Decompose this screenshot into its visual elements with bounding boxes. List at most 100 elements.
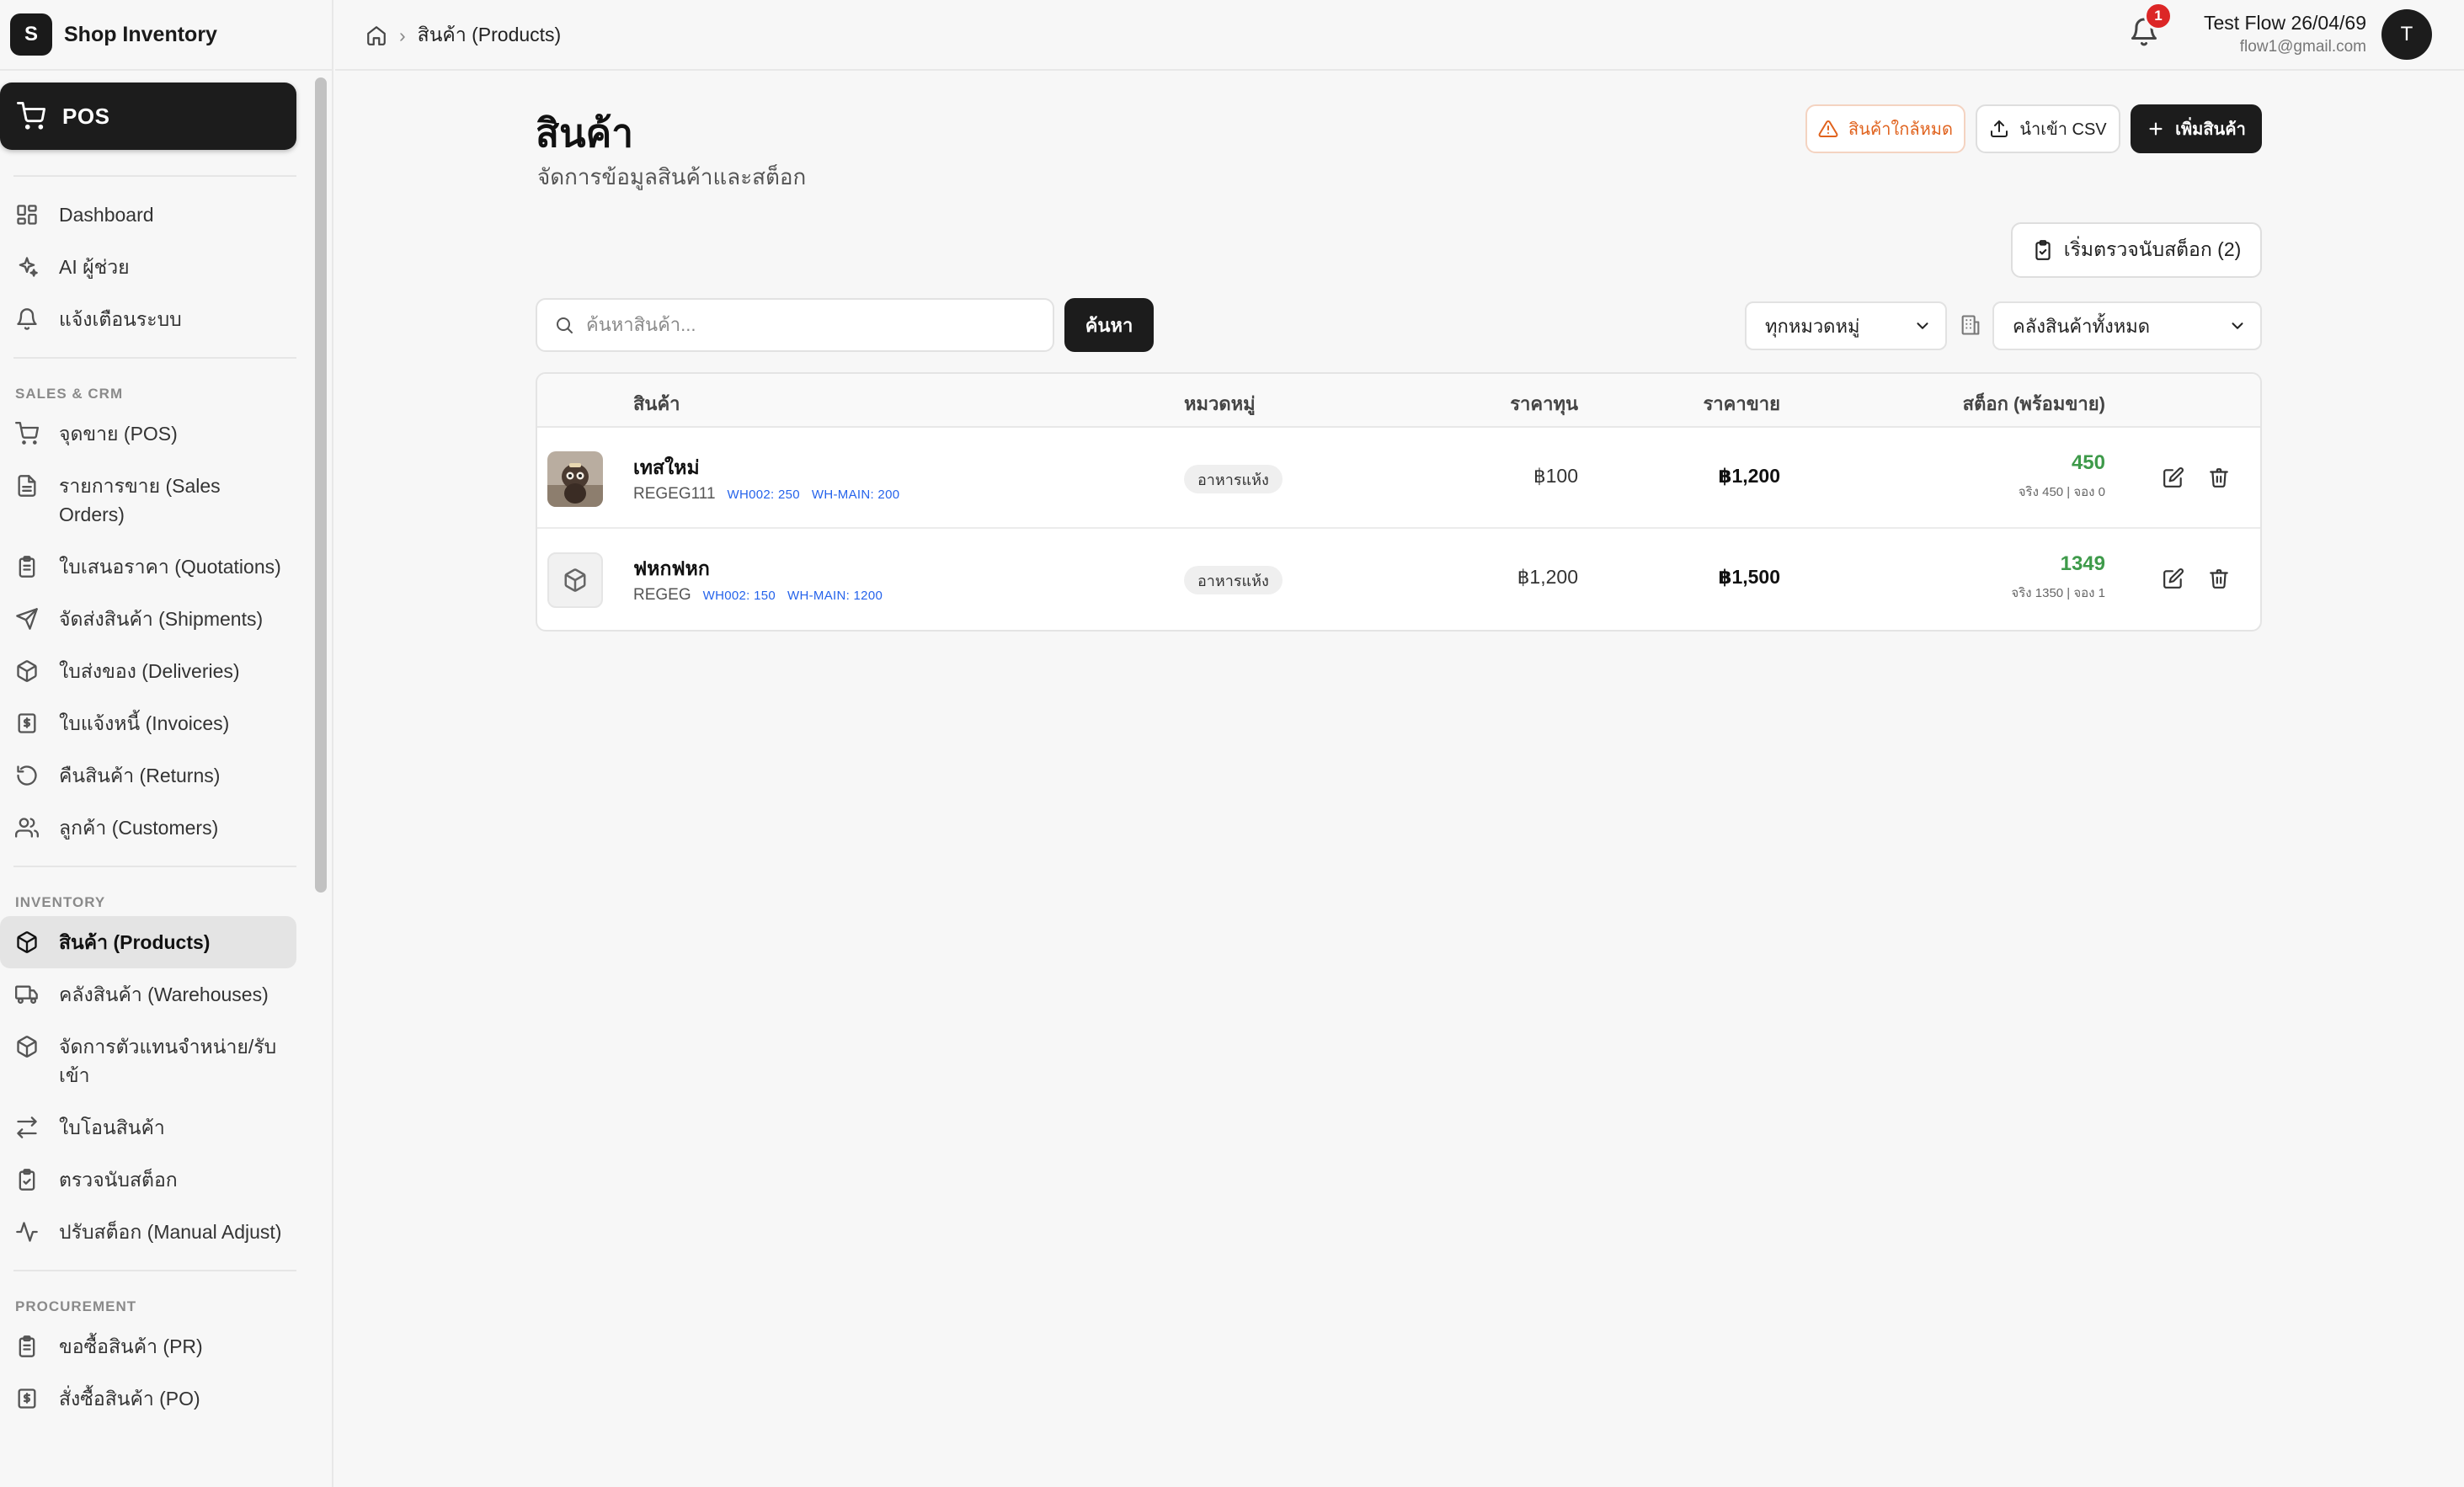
table-row[interactable]: เทสใหม่ REGEG111 WH002: 250 WH-MAIN: 200… — [537, 428, 2260, 529]
cart-icon — [17, 102, 45, 131]
sidebar-item[interactable]: ปรับสต็อก (Manual Adjust) — [0, 1206, 296, 1258]
sidebar-item[interactable]: ใบโอนสินค้า — [0, 1101, 296, 1154]
start-stock-count-label: เริ่มตรวจนับสต็อก (2) — [2063, 238, 2242, 260]
search-box[interactable] — [536, 298, 1054, 352]
low-stock-label: สินค้าใกล้หมด — [1848, 120, 1953, 139]
sidebar-item-label: ตรวจนับสต็อก — [59, 1169, 178, 1191]
warehouse-filter-select[interactable]: คลังสินค้าทั้งหมด — [1992, 301, 2262, 350]
package-icon — [15, 657, 42, 685]
product-name[interactable]: เทสใหม่ — [633, 453, 700, 483]
sidebar-item-label: ปรับสต็อก (Manual Adjust) — [59, 1221, 282, 1243]
pos-button[interactable]: POS — [0, 83, 296, 150]
product-sku: REGEG — [633, 586, 691, 604]
sidebar-item-label: จัดส่งสินค้า (Shipments) — [59, 608, 264, 630]
clipboard-check-icon — [2032, 239, 2054, 261]
grid-icon — [15, 200, 42, 229]
product-sku-line: REGEG111 WH002: 250 WH-MAIN: 200 — [633, 485, 899, 504]
edit-icon[interactable] — [2159, 463, 2188, 492]
sidebar-item[interactable]: จัดส่งสินค้า (Shipments) — [0, 593, 296, 645]
app-brand[interactable]: S Shop Inventory — [0, 0, 332, 71]
home-icon[interactable] — [365, 24, 387, 46]
warehouse-stock-tag: WH002: 250 — [727, 487, 800, 502]
sidebar-item[interactable]: ใบส่งของ (Deliveries) — [0, 645, 296, 697]
sidebar-item[interactable]: สินค้า (Products) — [0, 916, 296, 968]
plus-icon — [2147, 120, 2165, 138]
category-filter-select[interactable]: ทุกหมวดหมู่ — [1745, 301, 1947, 350]
import-csv-button[interactable]: นำเข้า CSV — [1976, 104, 2120, 153]
sidebar-item[interactable]: AI ผู้ช่วย — [0, 241, 296, 293]
sidebar-item[interactable]: จุดขาย (POS) — [0, 408, 296, 460]
edit-icon[interactable] — [2159, 564, 2188, 593]
header-product[interactable]: สินค้า — [633, 389, 680, 418]
warning-icon — [1818, 119, 1838, 139]
header-cost[interactable]: ราคาทุน — [1510, 389, 1578, 418]
chevron-down-icon — [2228, 317, 2247, 335]
sidebar-item[interactable]: คืนสินค้า (Returns) — [0, 749, 296, 802]
building-icon — [1959, 313, 1982, 337]
header-price[interactable]: ราคาขาย — [1703, 389, 1780, 418]
sidebar-item-label: AI ผู้ช่วย — [59, 256, 130, 278]
trash-icon[interactable] — [2205, 564, 2233, 593]
search-input[interactable] — [586, 314, 1024, 336]
sidebar-item-label: ขอซื้อสินค้า (PR) — [59, 1335, 203, 1357]
header-stock[interactable]: สต็อก (พร้อมขาย) — [1963, 389, 2105, 418]
add-product-label: เพิ่มสินค้า — [2175, 120, 2246, 139]
sidebar-item-label: แจ้งเตือนระบบ — [59, 308, 182, 330]
sidebar-item[interactable]: ลูกค้า (Customers) — [0, 802, 296, 854]
warehouse-stock-tag: WH-MAIN: 200 — [811, 487, 900, 502]
sidebar-item-label: รายการขาย (Sales Orders) — [59, 475, 221, 525]
sidebar-item[interactable]: ใบแจ้งหนี้ (Invoices) — [0, 697, 296, 749]
sidebar-item[interactable]: ตรวจนับสต็อก — [0, 1154, 296, 1206]
sidebar: S Shop Inventory POS Dashboard AI ผู้ช่วย… — [0, 0, 333, 1487]
nav-section-title: SALES & CRM — [15, 386, 124, 402]
search-button[interactable]: ค้นหา — [1064, 298, 1154, 352]
chevron-down-icon — [1913, 317, 1932, 335]
sparkle-icon — [15, 253, 42, 281]
warehouse-filter-value: คลังสินค้าทั้งหมด — [2013, 315, 2151, 337]
avatar[interactable]: T — [2381, 9, 2432, 60]
cart-icon — [15, 419, 42, 448]
sidebar-item[interactable]: รายการขาย (Sales Orders) — [0, 460, 296, 541]
user-info[interactable]: Test Flow 26/04/69 flow1@gmail.com — [2204, 12, 2366, 56]
start-stock-count-button[interactable]: เริ่มตรวจนับสต็อก (2) — [2011, 222, 2262, 278]
add-product-button[interactable]: เพิ่มสินค้า — [2131, 104, 2262, 153]
notification-badge: 1 — [2144, 2, 2173, 30]
package-icon — [15, 928, 42, 957]
sidebar-item[interactable]: คลังสินค้า (Warehouses) — [0, 968, 296, 1021]
nav-section-title: PROCUREMENT — [15, 1298, 137, 1314]
user-name: Test Flow 26/04/69 — [2203, 12, 2366, 34]
package-icon — [15, 1032, 42, 1061]
app-name: Shop Inventory — [64, 22, 217, 46]
sidebar-item-label: ใบโอนสินค้า — [59, 1117, 165, 1138]
cost-price: ฿100 — [1533, 465, 1578, 487]
table-row[interactable]: ฟหกฟหก REGEG WH002: 150 WH-MAIN: 1200 อา… — [537, 529, 2260, 630]
page-title: สินค้า — [536, 111, 634, 155]
sidebar-item[interactable]: Dashboard — [0, 189, 296, 241]
sidebar-scrollbar[interactable] — [315, 77, 327, 893]
nav-section-title: INVENTORY — [15, 894, 106, 910]
product-sku-line: REGEG WH002: 150 WH-MAIN: 1200 — [633, 586, 883, 605]
stock-detail: จริง 450 | จอง 0 — [2018, 485, 2105, 499]
sidebar-item[interactable]: ใบเสนอราคา (Quotations) — [0, 541, 296, 593]
sidebar-item[interactable]: จัดการตัวแทนจำหน่าย/รับเข้า — [0, 1021, 296, 1101]
sale-price: ฿1,200 — [1718, 465, 1780, 487]
low-stock-button[interactable]: สินค้าใกล้หมด — [1805, 104, 1965, 153]
clipboard-check-icon — [15, 1165, 42, 1194]
header-category[interactable]: หมวดหมู่ — [1184, 389, 1256, 418]
cost-price: ฿1,200 — [1517, 566, 1578, 588]
transfer-icon — [15, 1113, 42, 1142]
sidebar-item-label: ใบส่งของ (Deliveries) — [59, 660, 240, 682]
nav-divider — [13, 357, 296, 359]
notifications-button[interactable]: 1 — [2129, 2, 2173, 54]
category-filter-value: ทุกหมวดหมู่ — [1765, 315, 1860, 337]
sidebar-item[interactable]: แจ้งเตือนระบบ — [0, 293, 296, 345]
nav-divider — [13, 866, 296, 867]
sidebar-item[interactable]: ขอซื้อสินค้า (PR) — [0, 1320, 296, 1372]
trash-icon[interactable] — [2205, 463, 2233, 492]
available-stock: 450 — [2071, 451, 2105, 474]
product-name[interactable]: ฟหกฟหก — [633, 554, 710, 584]
sidebar-item[interactable]: สั่งซื้อสินค้า (PO) — [0, 1372, 296, 1425]
truck-icon — [15, 980, 42, 1009]
sidebar-item-label: สินค้า (Products) — [59, 931, 211, 953]
user-email: flow1@gmail.com — [2239, 38, 2366, 56]
